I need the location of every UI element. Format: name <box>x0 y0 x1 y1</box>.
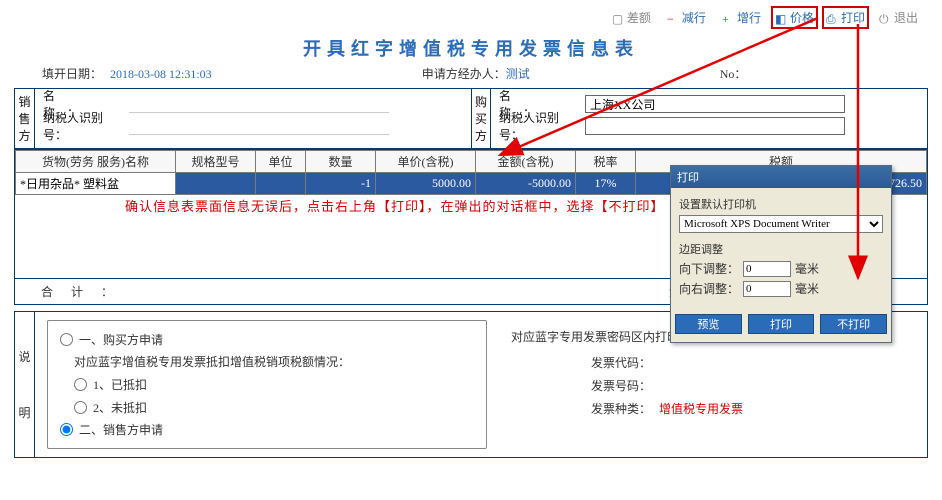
print-icon: ⎙ <box>826 12 838 24</box>
buyer-tax-label: 纳税人识别号： <box>499 109 579 143</box>
tag-icon: ◧ <box>775 12 787 24</box>
hint-text: 确认信息表票面信息无误后，点击右上角【打印】，在弹出的对话框中，选择【不打印】 <box>125 196 665 215</box>
preview-button[interactable]: 预览 <box>675 314 742 334</box>
power-icon: ⏻ <box>879 12 891 24</box>
inv-num-label: 发票号码： <box>581 377 651 394</box>
dialog-printer-label: 设置默认打印机 <box>679 196 883 212</box>
seller-tax-input[interactable] <box>129 117 389 135</box>
no-label: No： <box>720 67 747 81</box>
plus-icon: + <box>722 12 734 24</box>
agent-label: 申请方经办人： <box>422 67 506 81</box>
margin-down-label: 向下调整： <box>679 260 739 277</box>
print-dialog: 打印 设置默认打印机 Microsoft XPS Document Writer… <box>670 165 892 343</box>
seller-side-label: 销售方 <box>15 89 35 148</box>
meta-row: 填开日期： 2018-03-08 12:31:03 申请方经办人：测试 No： <box>0 63 942 88</box>
date-label: 填开日期： <box>42 67 102 81</box>
agent-value: 测试 <box>506 67 530 81</box>
noprint-button[interactable]: 不打印 <box>820 314 887 334</box>
margin-down-input[interactable] <box>743 261 791 277</box>
buyer-name-input[interactable] <box>585 95 845 113</box>
opt-undeducted[interactable] <box>74 401 87 414</box>
dialog-margin-label: 边距调整 <box>679 241 883 257</box>
date-value: 2018-03-08 12:31:03 <box>110 67 212 81</box>
buyer-tax-input[interactable] <box>585 117 845 135</box>
opt-buyer-apply[interactable] <box>60 333 73 346</box>
diff-button[interactable]: ▢差额 <box>606 6 657 29</box>
plus-row-button[interactable]: +增行 <box>716 6 767 29</box>
opt-seller-apply[interactable] <box>60 423 73 436</box>
do-print-button[interactable]: 打印 <box>748 314 815 334</box>
exit-button[interactable]: ⏻退出 <box>873 6 924 29</box>
inv-type-value: 增值税专用发票 <box>659 400 743 417</box>
toolbar: ▢差额 −减行 +增行 ◧价格 ⎙打印 ⏻退出 <box>0 0 942 33</box>
margin-right-input[interactable] <box>743 281 791 297</box>
minus-row-button[interactable]: −减行 <box>661 6 712 29</box>
explain-side-label: 说明 <box>15 312 35 457</box>
deduct-subtitle: 对应蓝字增值税专用发票抵扣增值税销项税额情况： <box>74 350 474 373</box>
margin-right-label: 向右调整： <box>679 280 739 297</box>
price-button[interactable]: ◧价格 <box>771 6 818 29</box>
printer-select[interactable]: Microsoft XPS Document Writer <box>679 215 883 233</box>
dialog-title: 打印 <box>671 166 891 188</box>
opt-deducted[interactable] <box>74 378 87 391</box>
inv-code-label: 发票代码： <box>581 354 651 371</box>
seller-name-input[interactable] <box>129 95 389 113</box>
page-title: 开具红字增值税专用发票信息表 <box>0 33 942 63</box>
inv-type-label: 发票种类： <box>581 400 651 417</box>
square-icon: ▢ <box>612 12 624 24</box>
print-button[interactable]: ⎙打印 <box>822 6 869 29</box>
apply-options: 一、购买方申请 对应蓝字增值税专用发票抵扣增值税销项税额情况： 1、已抵扣 2、… <box>47 320 487 449</box>
sum-label: 合计： <box>41 283 131 300</box>
seller-tax-label: 纳税人识别号： <box>43 109 123 143</box>
buyer-side-label: 购买方 <box>471 89 491 148</box>
minus-icon: − <box>667 12 679 24</box>
